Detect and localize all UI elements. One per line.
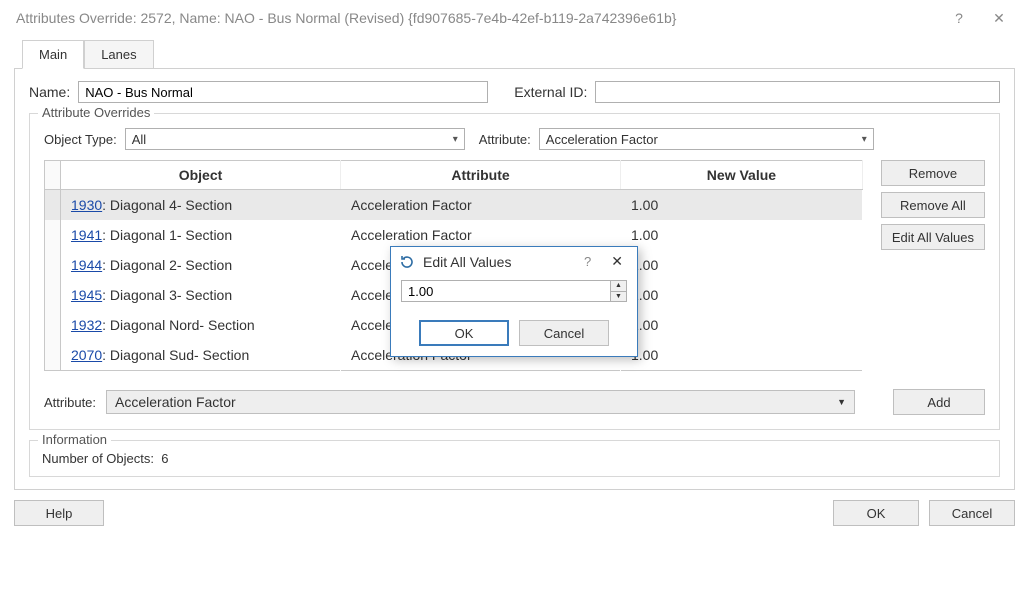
object-link[interactable]: 1945 <box>71 287 102 303</box>
spin-down-icon[interactable]: ▼ <box>611 291 626 302</box>
spin-up-icon[interactable]: ▲ <box>611 281 626 291</box>
titlebar-close-icon[interactable]: ✕ <box>979 10 1019 27</box>
chevron-down-icon: ▾ <box>453 134 458 145</box>
object-link[interactable]: 1941 <box>71 227 102 243</box>
object-link[interactable]: 1932 <box>71 317 102 333</box>
ok-button[interactable]: OK <box>833 500 919 526</box>
col-object[interactable]: Object <box>61 161 341 190</box>
information-group: Information Number of Objects: 6 <box>29 440 1000 477</box>
chevron-down-icon: ▾ <box>862 134 867 145</box>
dialog-ok-button[interactable]: OK <box>419 320 509 346</box>
cell-new-value: 1.00 <box>621 310 863 340</box>
object-type-label: Object Type: <box>44 132 117 147</box>
attribute-filter-combo[interactable]: Acceleration Factor ▾ <box>539 128 874 150</box>
name-label: Name: <box>29 84 70 100</box>
attribute-select-combo[interactable]: Acceleration Factor ▼ <box>106 390 855 414</box>
cell-object: 1941: Diagonal 1- Section <box>61 220 341 250</box>
side-buttons: Remove Remove All Edit All Values <box>881 160 985 250</box>
help-button[interactable]: Help <box>14 500 104 526</box>
row-header <box>45 340 61 371</box>
triangle-down-icon: ▼ <box>837 397 846 407</box>
cell-object: 2070: Diagonal Sud- Section <box>61 340 341 371</box>
row-header <box>45 220 61 250</box>
cell-object: 1932: Diagonal Nord- Section <box>61 310 341 340</box>
number-of-objects-text: Number of Objects: 6 <box>42 451 987 466</box>
cancel-button[interactable]: Cancel <box>929 500 1015 526</box>
cell-attribute: Acceleration Factor <box>341 190 621 221</box>
attribute-select-label: Attribute: <box>44 395 96 410</box>
cell-new-value: 1.00 <box>621 280 863 310</box>
dialog-close-icon[interactable]: ✕ <box>605 253 629 270</box>
remove-all-button[interactable]: Remove All <box>881 192 985 218</box>
remove-button[interactable]: Remove <box>881 160 985 186</box>
external-id-input[interactable] <box>595 81 1000 103</box>
window-title: Attributes Override: 2572, Name: NAO - B… <box>16 10 939 26</box>
cell-object: 1930: Diagonal 4- Section <box>61 190 341 221</box>
cell-new-value: 1.00 <box>621 220 863 250</box>
cell-new-value: 1.00 <box>621 190 863 221</box>
object-link[interactable]: 1944 <box>71 257 102 273</box>
information-legend: Information <box>38 432 111 447</box>
object-link[interactable]: 1930 <box>71 197 102 213</box>
table-corner <box>45 161 61 190</box>
edit-all-dialog-title: Edit All Values <box>423 254 511 270</box>
object-type-combo[interactable]: All ▾ <box>125 128 465 150</box>
edit-all-values-button[interactable]: Edit All Values <box>881 224 985 250</box>
add-button[interactable]: Add <box>893 389 985 415</box>
tab-strip: Main Lanes <box>14 40 1015 69</box>
row-header <box>45 310 61 340</box>
row-header <box>45 250 61 280</box>
name-input[interactable] <box>78 81 488 103</box>
tab-main[interactable]: Main <box>22 40 84 69</box>
attribute-overrides-legend: Attribute Overrides <box>38 105 154 120</box>
attribute-filter-label: Attribute: <box>479 132 531 147</box>
external-id-label: External ID: <box>514 84 587 100</box>
titlebar: Attributes Override: 2572, Name: NAO - B… <box>0 0 1029 36</box>
attribute-filter-value: Acceleration Factor <box>546 132 658 147</box>
row-header <box>45 190 61 221</box>
col-attribute[interactable]: Attribute <box>341 161 621 190</box>
object-link[interactable]: 2070 <box>71 347 102 363</box>
refresh-icon <box>399 254 415 270</box>
cell-object: 1945: Diagonal 3- Section <box>61 280 341 310</box>
cell-new-value: 1.00 <box>621 340 863 371</box>
tab-lanes[interactable]: Lanes <box>84 40 153 69</box>
attribute-select-value: Acceleration Factor <box>115 394 236 410</box>
dialog-help-icon[interactable]: ? <box>578 254 597 269</box>
cell-new-value: 1.00 <box>621 250 863 280</box>
edit-all-values-dialog: Edit All Values ? ✕ ▲ ▼ OK Cancel <box>390 246 638 357</box>
dialog-cancel-button[interactable]: Cancel <box>519 320 609 346</box>
cell-object: 1944: Diagonal 2- Section <box>61 250 341 280</box>
edit-value-spinbox[interactable]: ▲ ▼ <box>401 280 627 302</box>
table-row[interactable]: 1930: Diagonal 4- SectionAcceleration Fa… <box>45 190 863 221</box>
edit-value-input[interactable] <box>402 281 610 301</box>
row-header <box>45 280 61 310</box>
col-new-value[interactable]: New Value <box>621 161 863 190</box>
object-type-value: All <box>132 132 146 147</box>
titlebar-help-icon[interactable]: ? <box>939 10 979 26</box>
dialog-buttons-row: Help OK Cancel <box>14 490 1015 526</box>
